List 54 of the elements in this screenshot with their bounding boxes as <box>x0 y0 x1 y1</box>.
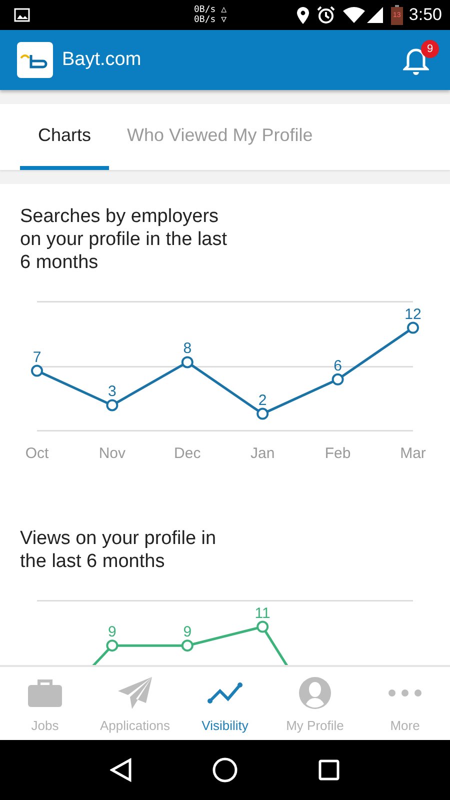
data-label: 3 <box>108 383 116 400</box>
data-label: 9 <box>108 624 116 641</box>
paper-plane-icon <box>118 676 152 708</box>
trend-line-icon <box>207 680 243 704</box>
data-point <box>332 373 344 386</box>
notification-badge: 9 <box>421 40 439 58</box>
alarm-icon <box>316 6 335 24</box>
data-point <box>181 640 194 652</box>
back-icon[interactable] <box>110 758 132 782</box>
battery-icon <box>390 5 403 25</box>
chart-title: Searches by employers on your profile in the last 6 months <box>20 205 228 274</box>
data-point <box>181 356 194 368</box>
signal-icon <box>366 7 383 23</box>
data-point <box>31 364 43 377</box>
axis-label: Jan <box>250 445 275 462</box>
avatar-icon <box>299 676 331 708</box>
image-icon <box>14 8 30 22</box>
data-label: 11 <box>254 604 270 622</box>
axis-label: Oct <box>25 445 49 462</box>
chart-title: Views on your profile in the last 6 months <box>20 527 218 573</box>
data-label: 7 <box>32 348 42 366</box>
briefcase-icon <box>28 678 62 706</box>
data-label: 9 <box>183 624 192 641</box>
nav-item[interactable]: More <box>360 667 450 740</box>
nav-item[interactable]: Visibility <box>180 667 270 740</box>
axis-label: Nov <box>98 445 126 462</box>
nav-item[interactable]: Jobs <box>0 667 90 740</box>
home-icon[interactable] <box>212 757 238 783</box>
data-point <box>106 640 118 652</box>
tab[interactable]: Charts <box>20 104 110 170</box>
data-point <box>407 322 419 334</box>
notification-icon[interactable] <box>403 48 429 76</box>
nav-item[interactable]: Applications <box>90 667 180 740</box>
data-point <box>106 399 118 412</box>
wifi-icon <box>342 7 365 23</box>
data-label: 6 <box>334 357 342 374</box>
app-logo <box>17 42 53 78</box>
data-point <box>256 620 269 633</box>
data-label: 2 <box>258 392 267 409</box>
clock: 3:50 <box>408 5 442 25</box>
tab[interactable]: Who Viewed My Profile <box>109 104 331 170</box>
more-icon <box>388 688 422 696</box>
axis-label: Feb <box>324 445 351 462</box>
app-title: Bayt.com <box>62 49 142 71</box>
nav-item[interactable]: My Profile <box>270 667 360 740</box>
axis-label: Dec <box>174 445 201 462</box>
upload-speed: 0B/s △ <box>194 5 227 15</box>
data-label: 12 <box>404 306 422 323</box>
recents-icon[interactable] <box>318 759 340 781</box>
axis-label: Mar <box>400 445 426 462</box>
location-icon <box>296 6 309 24</box>
download-speed: 0B/s ▽ <box>194 15 227 25</box>
data-point <box>256 408 269 420</box>
data-label: 8 <box>183 340 192 358</box>
